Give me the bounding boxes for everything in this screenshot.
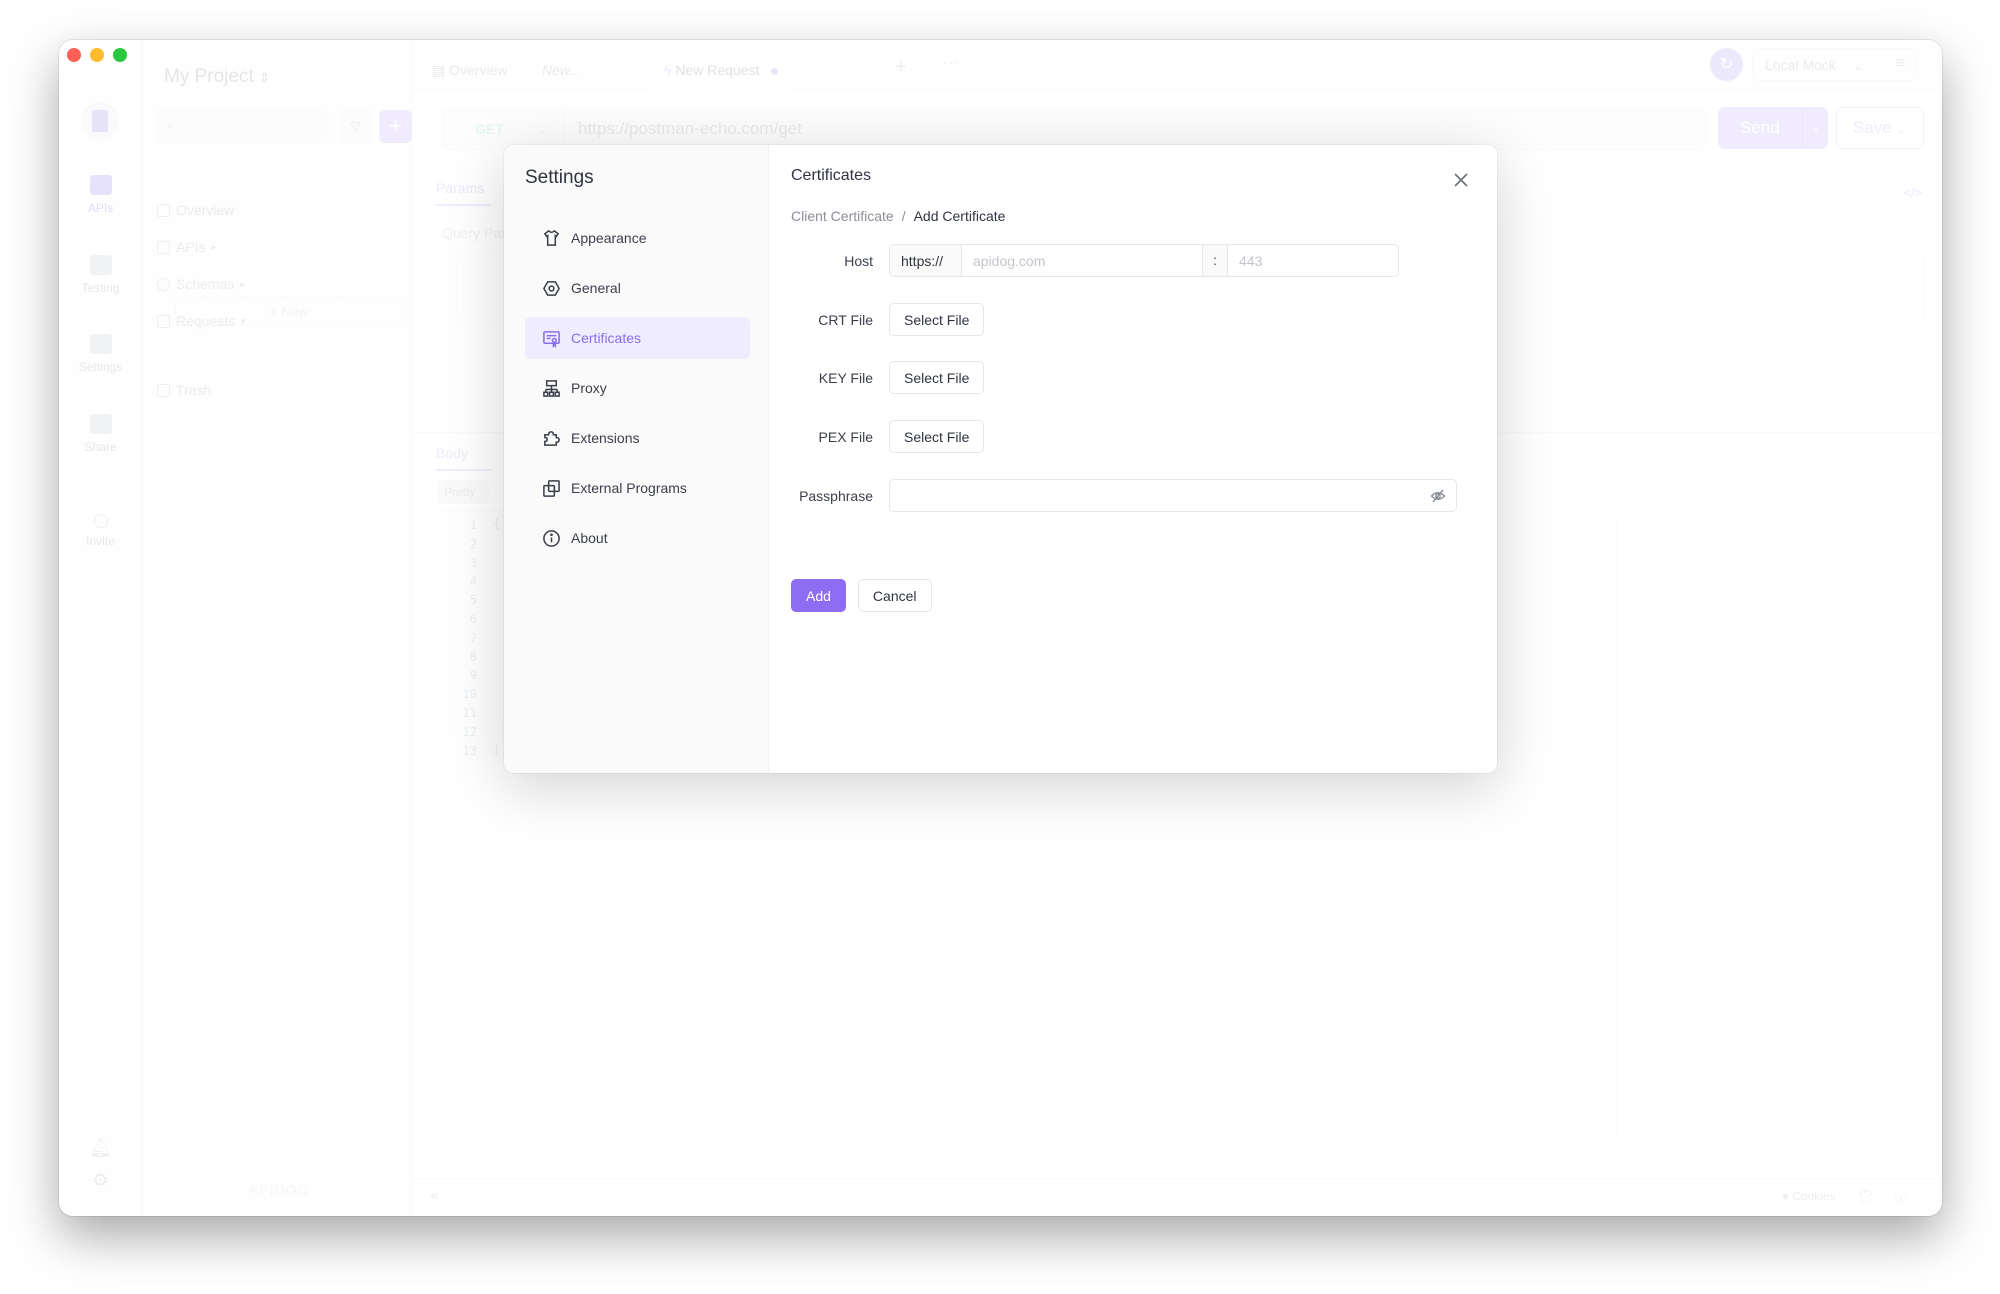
host-input-group: https:// : <box>889 244 1399 277</box>
eye-off-icon[interactable] <box>1430 488 1446 504</box>
settings-nav: Appearance General Certificates Proxy Ex… <box>525 217 750 567</box>
key-file-label: KEY File <box>818 369 873 386</box>
settings-nav-extensions[interactable]: Extensions <box>525 417 750 459</box>
host-input[interactable] <box>962 245 1202 276</box>
breadcrumb-current: Add Certificate <box>913 208 1006 224</box>
certificate-icon <box>543 330 560 348</box>
passphrase-field <box>889 479 1457 512</box>
hexagon-gear-icon <box>543 280 560 296</box>
settings-nav-general[interactable]: General <box>525 267 750 309</box>
close-button[interactable] <box>1453 172 1469 188</box>
settings-content: Certificates Client Certificate / Add Cert… <box>770 145 1497 773</box>
key-file-row: KEY File Select File <box>791 361 985 394</box>
settings-nav-appearance[interactable]: Appearance <box>525 217 750 259</box>
close-icon <box>1454 173 1468 187</box>
pex-file-label: PEX File <box>818 428 873 445</box>
network-icon <box>543 379 560 397</box>
settings-title: Settings <box>525 167 594 188</box>
host-row: Host https:// : <box>791 244 1399 277</box>
minimize-window-button[interactable] <box>90 48 104 62</box>
passphrase-row: Passphrase <box>791 479 1457 512</box>
settings-nav-external-programs[interactable]: External Programs <box>525 467 750 509</box>
breadcrumb-separator: / <box>901 208 906 224</box>
maximize-window-button[interactable] <box>113 48 127 62</box>
port-input[interactable] <box>1228 245 1398 276</box>
crt-file-row: CRT File Select File <box>791 303 985 336</box>
crt-file-label: CRT File <box>818 311 873 328</box>
crt-select-file-button[interactable]: Select File <box>889 303 985 336</box>
passphrase-input[interactable] <box>890 480 1456 511</box>
settings-nav-about[interactable]: About <box>525 517 750 559</box>
puzzle-icon <box>544 430 560 446</box>
settings-nav-certificates[interactable]: Certificates <box>525 317 750 359</box>
port-separator: : <box>1202 245 1228 276</box>
settings-sidebar: Settings Appearance General Certificates… <box>504 145 769 773</box>
panel-heading: Certificates <box>791 167 872 184</box>
pex-file-row: PEX File Select File <box>791 420 985 453</box>
protocol-prefix: https:// <box>890 245 962 276</box>
close-window-button[interactable] <box>67 48 81 62</box>
host-label: Host <box>844 252 873 269</box>
window-controls <box>67 48 127 62</box>
info-icon <box>543 529 560 547</box>
settings-nav-proxy[interactable]: Proxy <box>525 367 750 409</box>
key-select-file-button[interactable]: Select File <box>889 361 985 394</box>
app-window: APIs Testing Settings Share Invite 🔔︎ ⚙ <box>59 40 1942 1216</box>
form-actions: Add Cancel <box>791 579 932 612</box>
add-button[interactable]: Add <box>791 579 846 612</box>
breadcrumb-client-certificate[interactable]: Client Certificate <box>791 208 894 224</box>
cancel-button[interactable]: Cancel <box>857 579 932 612</box>
external-programs-icon <box>543 479 560 497</box>
passphrase-label: Passphrase <box>799 487 873 504</box>
breadcrumb: Client Certificate / Add Certificate <box>791 208 1005 224</box>
settings-modal: Settings Appearance General Certificates… <box>504 145 1497 773</box>
pex-select-file-button[interactable]: Select File <box>889 420 985 453</box>
shirt-icon <box>543 229 560 246</box>
